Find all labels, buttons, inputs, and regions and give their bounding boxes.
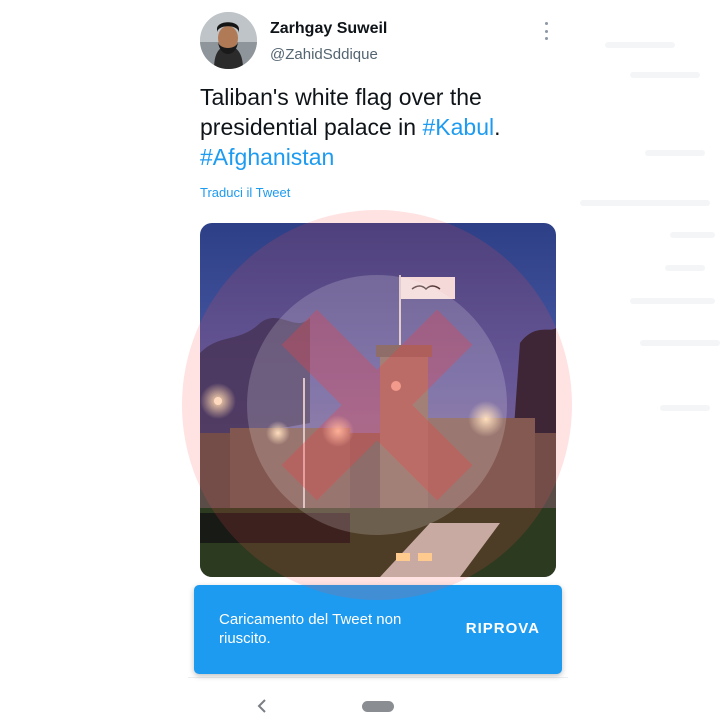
home-pill-icon[interactable] <box>362 701 394 712</box>
background-ghost-content <box>570 0 723 723</box>
hashtag-kabul-link[interactable]: #Kabul <box>422 114 494 140</box>
error-snackbar: Caricamento del Tweet non riuscito. RIPR… <box>194 585 562 674</box>
snackbar-message: Caricamento del Tweet non riuscito. <box>219 611 402 647</box>
tweet-text: Taliban's white flag over the presidenti… <box>200 82 556 172</box>
display-name[interactable]: Zarhgay Suweil <box>270 20 387 38</box>
retry-button[interactable]: RIPROVA <box>466 620 540 637</box>
more-vertical-icon[interactable] <box>540 22 552 40</box>
avatar[interactable] <box>200 12 257 69</box>
chevron-left-icon[interactable] <box>256 697 268 715</box>
divider <box>188 677 568 678</box>
user-handle[interactable]: @ZahidSddique <box>270 46 378 63</box>
tweet-screen: Zarhgay Suweil @ZahidSddique Taliban's w… <box>188 0 568 723</box>
hashtag-afghanistan-link[interactable]: #Afghanistan <box>200 144 334 170</box>
translate-tweet-link[interactable]: Traduci il Tweet <box>200 185 290 200</box>
tweet-media-image[interactable] <box>200 223 556 577</box>
tweet-text-part: . <box>494 114 501 140</box>
